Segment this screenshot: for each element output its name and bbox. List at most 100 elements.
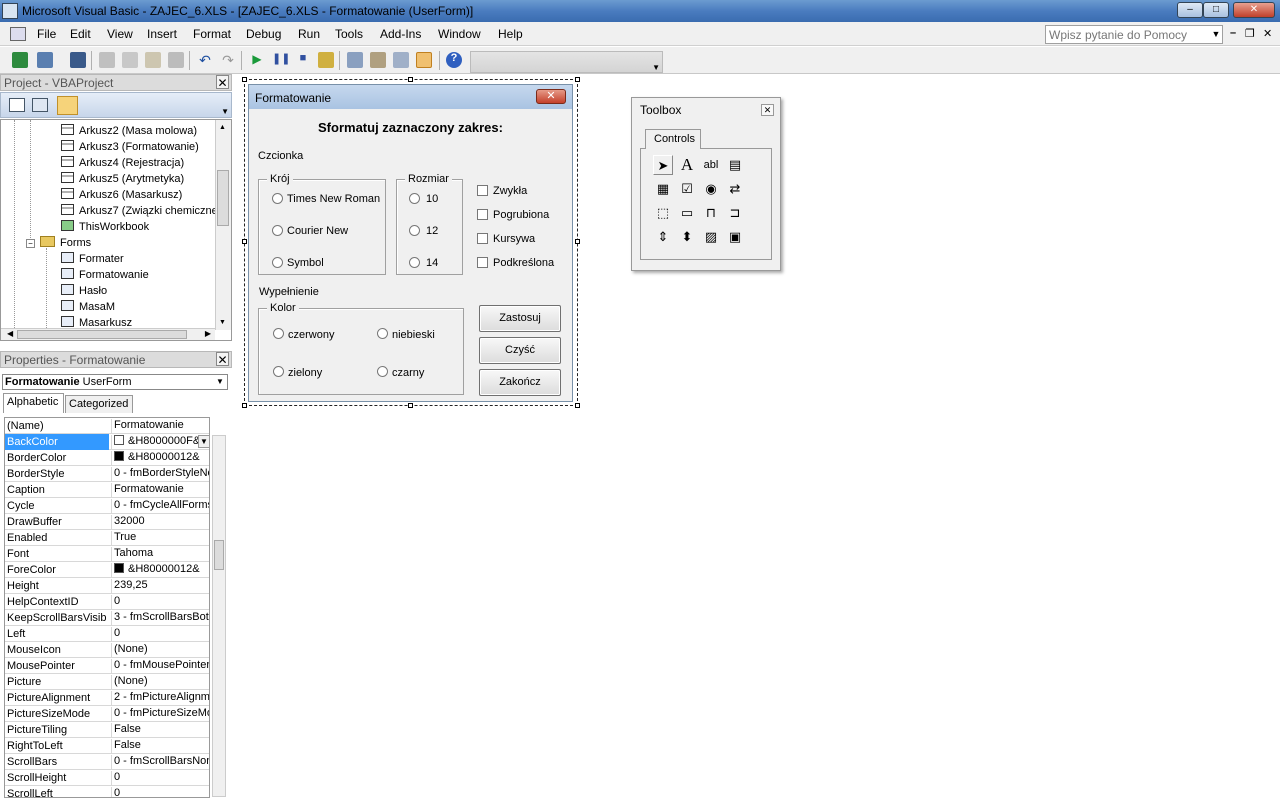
tree-horizontal-scrollbar[interactable]: ◀ ▶: [1, 328, 215, 340]
menu-format[interactable]: Format: [193, 27, 231, 41]
menu-tools[interactable]: Tools: [335, 27, 363, 41]
property-row[interactable]: BackColor &H8000000F& ▼: [5, 434, 209, 450]
menu-run[interactable]: Run: [298, 27, 320, 41]
toolbox-close-icon[interactable]: ✕: [761, 104, 774, 116]
property-value[interactable]: 0 - fmMousePointerDefault: [111, 659, 209, 673]
tab-controls[interactable]: Controls: [645, 129, 701, 149]
radio-times[interactable]: [272, 193, 283, 204]
view-code-icon[interactable]: [9, 98, 25, 112]
clear-button[interactable]: Czyść: [479, 337, 561, 364]
property-value[interactable]: (None): [111, 643, 209, 657]
tree-item-sheet[interactable]: Arkusz6 (Masarkusz): [61, 188, 182, 201]
property-value[interactable]: 0: [111, 787, 209, 797]
property-row[interactable]: Left 0: [5, 626, 209, 642]
userform-formatowanie[interactable]: Formatowanie ✕ Sformatuj zaznaczony zakr…: [248, 84, 573, 402]
properties-scrollbar[interactable]: [212, 435, 226, 797]
property-row[interactable]: KeepScrollBarsVisible 3 - fmScrollBarsBot…: [5, 610, 209, 626]
property-row[interactable]: Picture (None): [5, 674, 209, 690]
properties-object-select[interactable]: Formatowanie UserForm ▼: [2, 374, 228, 390]
spinbutton-icon[interactable]: ⬍: [677, 227, 697, 247]
property-value[interactable]: 0 - fmPictureSizeModeClip: [111, 707, 209, 721]
menu-help[interactable]: Help: [498, 27, 523, 41]
tree-item-sheet[interactable]: Arkusz4 (Rejestracja): [61, 156, 184, 169]
refedit-icon[interactable]: ▣: [725, 227, 745, 247]
select-objects-icon[interactable]: ➤: [653, 155, 673, 175]
property-value[interactable]: &H80000012&: [111, 451, 209, 465]
cut-icon[interactable]: [99, 52, 115, 68]
copy-icon[interactable]: [122, 52, 138, 68]
vbe-menu-icon[interactable]: [10, 27, 26, 41]
property-value[interactable]: &H80000012&: [111, 563, 209, 577]
checkbox-podkreslona[interactable]: [477, 257, 488, 268]
property-value[interactable]: 0: [111, 627, 209, 641]
tab-alphabetic[interactable]: Alphabetic: [3, 393, 64, 413]
togglebutton-icon[interactable]: ⇄: [725, 179, 745, 199]
property-value[interactable]: False: [111, 723, 209, 737]
collapse-icon[interactable]: −: [26, 239, 35, 248]
undo-icon[interactable]: ↶: [197, 52, 213, 68]
tabstrip-icon[interactable]: ⊓: [701, 203, 721, 223]
apply-button[interactable]: Zastosuj: [479, 305, 561, 332]
property-row[interactable]: DrawBuffer 32000: [5, 514, 209, 530]
chevron-down-icon[interactable]: ▼: [1210, 26, 1222, 43]
property-value[interactable]: Formatowanie: [111, 419, 209, 433]
maximize-button[interactable]: □: [1203, 2, 1229, 18]
toolbox-icon[interactable]: [416, 52, 432, 68]
property-value[interactable]: 0 - fmBorderStyleNone: [111, 467, 209, 481]
project-explorer-icon[interactable]: [347, 52, 363, 68]
checkbox-pogrubiona[interactable]: [477, 209, 488, 220]
listbox-icon[interactable]: ▦: [653, 179, 673, 199]
mdi-minimize-button[interactable]: –: [1230, 27, 1236, 39]
tree-vertical-scrollbar[interactable]: ▲ ▼: [215, 120, 231, 330]
combobox-icon[interactable]: ▤: [725, 155, 745, 175]
radio-czerwony[interactable]: [273, 328, 284, 339]
menu-insert[interactable]: Insert: [147, 27, 177, 41]
menu-debug[interactable]: Debug: [246, 27, 281, 41]
property-value[interactable]: False: [111, 739, 209, 753]
commandbutton-icon[interactable]: ▭: [677, 203, 697, 223]
close-button[interactable]: ✕: [1233, 2, 1275, 18]
property-row[interactable]: MousePointer 0 - fmMousePointerDefault: [5, 658, 209, 674]
design-mode-icon[interactable]: [318, 52, 334, 68]
menu-edit[interactable]: Edit: [70, 27, 91, 41]
run-icon[interactable]: ▶: [249, 52, 265, 68]
property-value[interactable]: 239,25: [111, 579, 209, 593]
image-icon[interactable]: ▨: [701, 227, 721, 247]
radio-czarny[interactable]: [377, 366, 388, 377]
toolbox-window[interactable]: Toolbox ✕ Controls ➤ A abl ▤ ▦ ☑ ◉ ⇄ ⬚ ▭…: [631, 97, 781, 271]
tree-item-form[interactable]: MasaM: [61, 300, 115, 313]
excel-view-icon[interactable]: [12, 52, 28, 68]
property-row[interactable]: Height 239,25: [5, 578, 209, 594]
property-value[interactable]: True: [111, 531, 209, 545]
tree-item-sheet[interactable]: Arkusz3 (Formatowanie): [61, 140, 199, 153]
property-row[interactable]: HelpContextID 0: [5, 594, 209, 610]
tree-item-sheet[interactable]: Arkusz2 (Masa molowa): [61, 124, 197, 137]
property-row[interactable]: ScrollBars 0 - fmScrollBarsNone: [5, 754, 209, 770]
checkbox-zwykla[interactable]: [477, 185, 488, 196]
object-browser-icon[interactable]: [393, 52, 409, 68]
property-value[interactable]: 3 - fmScrollBarsBoth: [111, 611, 209, 625]
save-icon[interactable]: [70, 52, 86, 68]
property-value[interactable]: 0: [111, 771, 209, 785]
properties-window-icon[interactable]: [370, 52, 386, 68]
view-object-icon[interactable]: [32, 98, 48, 112]
help-icon[interactable]: ?: [446, 52, 462, 68]
label-icon[interactable]: A: [677, 155, 697, 175]
chevron-down-icon[interactable]: ▼: [213, 375, 227, 389]
property-value[interactable]: 0 - fmScrollBarsNone: [111, 755, 209, 769]
finish-button[interactable]: Zakończ: [479, 369, 561, 396]
textbox-icon[interactable]: abl: [701, 155, 721, 175]
properties-pane-close-icon[interactable]: ✕: [216, 352, 229, 367]
property-row[interactable]: ScrollHeight 0: [5, 770, 209, 786]
menu-file[interactable]: File: [37, 27, 56, 41]
tree-folder-forms[interactable]: Forms: [40, 236, 91, 249]
radio-symbol[interactable]: [272, 257, 283, 268]
property-row[interactable]: Caption Formatowanie: [5, 482, 209, 498]
checkbox-kursywa[interactable]: [477, 233, 488, 244]
tree-item-sheet[interactable]: Arkusz5 (Arytmetyka): [61, 172, 184, 185]
minimize-button[interactable]: –: [1177, 2, 1203, 18]
mdi-restore-button[interactable]: ❐: [1245, 27, 1255, 40]
tree-item-workbook[interactable]: ThisWorkbook: [61, 220, 149, 233]
insert-userform-icon[interactable]: [37, 52, 53, 68]
help-search-input[interactable]: Wpisz pytanie do Pomocy ▼: [1045, 25, 1223, 44]
